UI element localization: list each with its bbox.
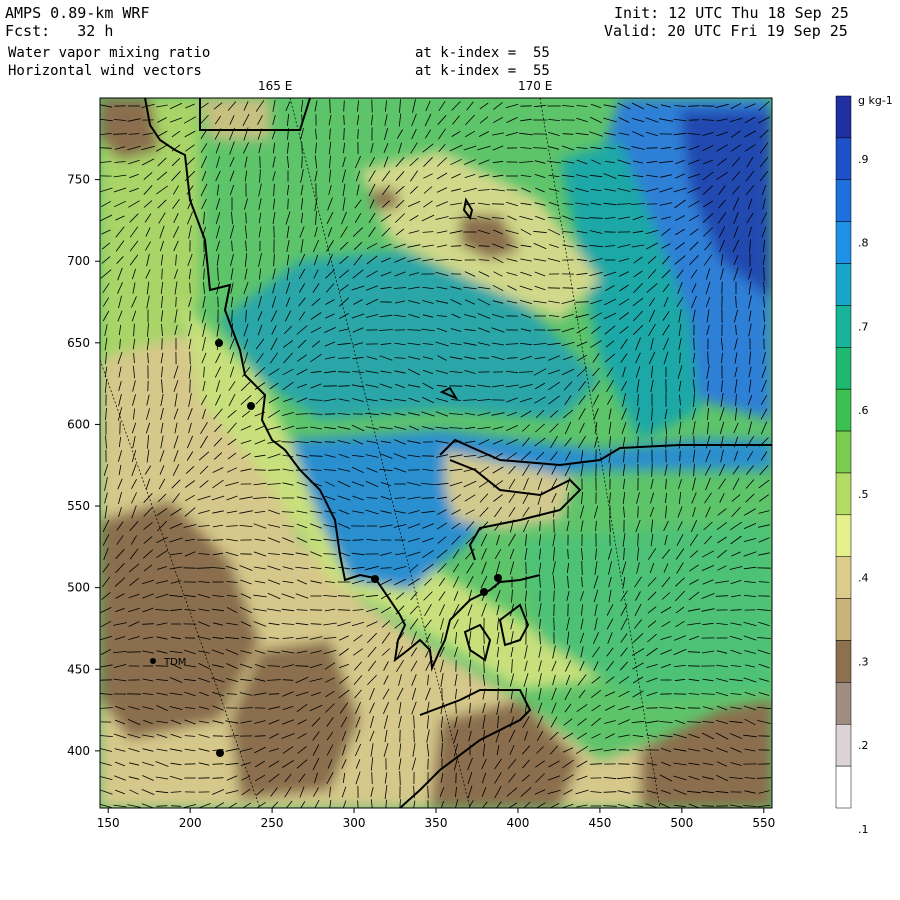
colorbar-swatch [835,640,852,683]
colorbar-swatch [835,221,852,264]
x-tick-label: 350 [425,816,448,830]
x-tick-label: 200 [179,816,202,830]
colorbar-swatch [835,765,852,809]
colorbar-label: .2 [858,739,869,752]
station-dot [216,749,224,757]
colorbar-swatch [835,95,852,139]
colorbar-label: .4 [858,572,869,585]
colorbar-label: .1 [858,823,869,836]
station-dot [494,574,502,582]
colorbar-swatch [835,137,852,181]
station-dot [247,402,255,410]
colorbar-label: .8 [858,237,869,250]
lon-label-170e: 170 E [518,79,552,93]
station-label-tdm: TDM [163,657,186,668]
colorbar-unit: g kg-1 [858,94,893,107]
y-tick-label: 550 [67,499,90,513]
colorbar-swatch [835,388,852,432]
x-tick-label: 450 [588,816,611,830]
y-tick-label: 650 [67,336,90,350]
colorbar-label: .9 [858,153,869,166]
y-tick-label: 450 [67,662,90,676]
colorbar-label: .7 [858,320,869,333]
x-tick-label: 250 [261,816,284,830]
map-figure: TDM 165 E 170 E 150 200 250 300 350 400 450 500… [67,79,893,836]
colorbar-swatch [835,598,852,641]
colorbar-swatch [835,347,852,390]
colorbar-swatch [835,514,852,557]
x-tick-label: 150 [97,816,120,830]
colorbar-swatch [835,179,852,222]
station-dot [371,575,379,583]
x-tick-label: 550 [752,816,775,830]
colorbar-swatch [835,263,852,306]
colorbar-label: .6 [858,404,869,417]
y-tick-label: 700 [67,254,90,268]
x-tick-label: 300 [343,816,366,830]
station-dot-tdm [150,658,156,664]
colorbar-label: .5 [858,488,869,501]
moisture-field [100,98,772,808]
y-tick-label: 400 [67,744,90,758]
colorbar: .9.8.7.6.5.4.3.2.10 [835,95,869,836]
colorbar-swatch [835,305,852,348]
station-dot [215,339,223,347]
colorbar-swatch [835,682,852,725]
colorbar-swatch [835,556,852,599]
lon-label-165e: 165 E [258,79,292,93]
x-tick-label: 500 [670,816,693,830]
y-tick-label: 750 [67,173,90,187]
colorbar-swatch [835,723,852,767]
y-tick-label: 500 [67,581,90,595]
colorbar-label: .3 [858,655,869,668]
y-tick-label: 600 [67,417,90,431]
x-tick-label: 400 [506,816,529,830]
colorbar-swatch [835,472,852,516]
colorbar-swatch [835,430,852,474]
station-dot [480,588,488,596]
